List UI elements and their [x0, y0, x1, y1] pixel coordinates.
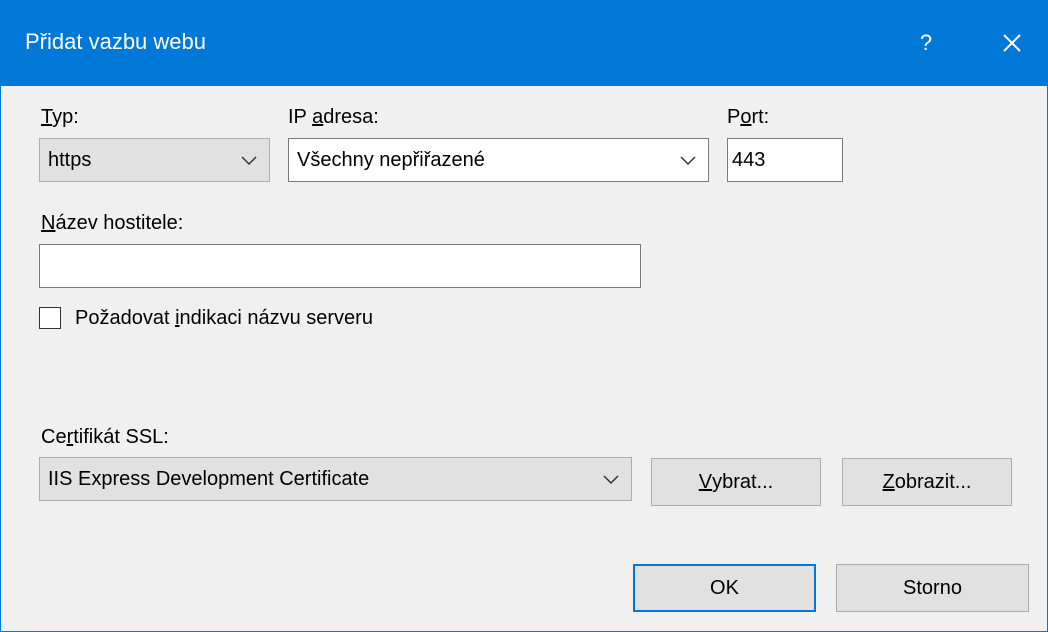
port-label: Port: — [727, 106, 770, 128]
type-select[interactable]: https — [39, 138, 270, 182]
sni-checkbox-label[interactable]: Požadovat indikaci názvu serveru — [75, 305, 373, 331]
ip-address-select-value: Všechny nepřiřazené — [297, 149, 485, 171]
select-certificate-button[interactable]: Vybrat... — [651, 458, 821, 506]
type-label: Typ: — [41, 106, 79, 128]
ip-address-label: IP adresa: — [288, 106, 379, 128]
chevron-down-icon — [680, 156, 696, 166]
title-bar: Přidat vazbu webu ? — [1, 0, 1047, 86]
ssl-certificate-select-value: IIS Express Development Certificate — [48, 468, 370, 490]
help-button[interactable]: ? — [891, 18, 961, 68]
close-button[interactable] — [977, 18, 1047, 68]
type-select-value: https — [48, 149, 92, 171]
hostname-label: Název hostitele: — [41, 212, 184, 234]
port-input[interactable] — [727, 138, 843, 182]
add-site-binding-dialog: Přidat vazbu webu ? Typ: https IP adresa… — [0, 0, 1048, 632]
ok-button[interactable]: OK — [633, 564, 816, 612]
hostname-input[interactable] — [39, 244, 641, 288]
cancel-button[interactable]: Storno — [836, 564, 1029, 612]
ssl-certificate-label: Certifikát SSL: — [41, 426, 169, 448]
chevron-down-icon — [241, 156, 257, 166]
sni-checkbox[interactable] — [39, 307, 61, 329]
view-certificate-button[interactable]: Zobrazit... — [842, 458, 1012, 506]
close-icon — [1003, 34, 1021, 52]
dialog-title: Přidat vazbu webu — [25, 29, 206, 54]
help-icon: ? — [919, 30, 933, 55]
chevron-down-icon — [603, 475, 619, 485]
ip-address-select[interactable]: Všechny nepřiřazené — [288, 138, 709, 182]
ssl-certificate-select[interactable]: IIS Express Development Certificate — [39, 457, 632, 501]
